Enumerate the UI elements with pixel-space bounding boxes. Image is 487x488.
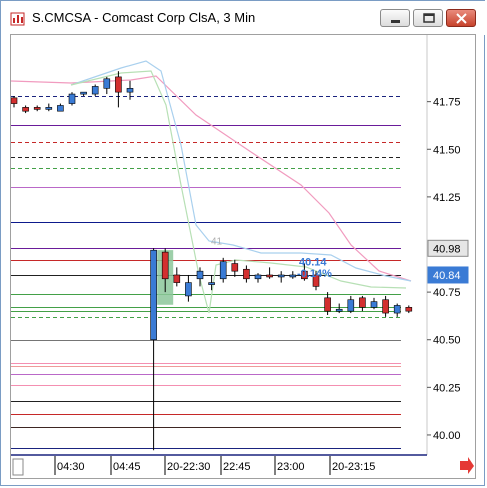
candle-body[interactable] xyxy=(161,251,169,280)
scroll-handle[interactable] xyxy=(12,458,24,476)
maximize-icon xyxy=(423,13,435,23)
candle-body[interactable] xyxy=(68,93,76,104)
candle-body[interactable] xyxy=(80,91,87,95)
candle-body[interactable] xyxy=(150,249,157,341)
candle-body[interactable] xyxy=(277,274,285,278)
candle-body[interactable] xyxy=(91,86,99,95)
title-bar[interactable]: S.CMCSA - Comcast Corp ClsA, 3 Min xyxy=(1,1,486,35)
chart-app-icon xyxy=(10,12,25,26)
current-price-label: 40.84 xyxy=(433,270,461,282)
candle-body[interactable] xyxy=(103,78,111,89)
time-axis[interactable]: 04:30 04:45 20-22:30 22:45 23:00 20-23:15 xyxy=(11,454,475,478)
candle-body[interactable] xyxy=(208,282,215,285)
candle-body[interactable] xyxy=(173,274,181,283)
time-tick-label: 04:30 xyxy=(57,461,85,473)
candle-body[interactable] xyxy=(370,301,378,308)
candle-body[interactable] xyxy=(196,270,204,280)
candle-body[interactable] xyxy=(335,308,343,312)
price-tick-label: 41.25 xyxy=(433,192,461,204)
candle-body[interactable] xyxy=(359,297,366,308)
candle-body[interactable] xyxy=(324,297,331,312)
price-chart[interactable]: 41 40.14-0.14% 41.75 41.50 41.25 40.75 40.50 4… xyxy=(10,35,475,478)
maximize-button[interactable] xyxy=(413,9,443,27)
minimize-button[interactable] xyxy=(380,9,410,27)
time-tick-label: 04:45 xyxy=(113,461,141,473)
candle-body[interactable] xyxy=(266,274,273,278)
price-tick-label: 40.75 xyxy=(433,287,461,299)
time-tick-label: 23:00 xyxy=(277,461,305,473)
price-tag-label: 40.98 xyxy=(433,243,461,255)
candle-body[interactable] xyxy=(382,299,389,314)
time-tick-label: 22:45 xyxy=(223,461,251,473)
price-tick-label: 41.50 xyxy=(433,144,461,156)
candle-body[interactable] xyxy=(45,107,53,110)
price-tick-label: 40.25 xyxy=(433,382,461,394)
candle-body[interactable] xyxy=(393,305,401,314)
candle-body[interactable] xyxy=(115,76,122,93)
close-icon xyxy=(456,13,467,24)
time-tick-label: 20-23:15 xyxy=(332,461,375,473)
chart-annotation: -0.14% xyxy=(297,268,332,280)
price-tags: 40.98 40.84 xyxy=(427,239,469,284)
candle-body[interactable] xyxy=(57,105,64,112)
candle-body[interactable] xyxy=(405,307,413,312)
candle-body[interactable] xyxy=(231,263,239,272)
candle-body[interactable] xyxy=(185,282,192,297)
chart-annotation: 41 xyxy=(211,236,223,247)
price-tick-label: 40.00 xyxy=(433,430,461,442)
close-button[interactable] xyxy=(446,9,476,27)
minimize-icon xyxy=(391,20,400,23)
window-title: S.CMCSA - Comcast Corp ClsA, 3 Min xyxy=(32,10,256,25)
price-tick-label: 40.50 xyxy=(433,335,461,347)
chart-window: S.CMCSA - Comcast Corp ClsA, 3 Min 41 40… xyxy=(0,0,486,486)
candle-body[interactable] xyxy=(219,261,227,280)
price-tick-label: 41.75 xyxy=(433,97,461,109)
candle-body[interactable] xyxy=(254,274,262,280)
candle-body[interactable] xyxy=(22,107,29,112)
time-tick-label: 20-22:30 xyxy=(167,461,210,473)
candle-body[interactable] xyxy=(10,97,18,104)
candle-body[interactable] xyxy=(33,107,41,110)
chart-frame[interactable]: 41 40.14 -0.14% 41.75 41.50 41.25 40.75 40.50 4… xyxy=(10,34,476,479)
candle-body[interactable] xyxy=(243,268,250,280)
candle-body[interactable] xyxy=(289,274,297,278)
candle-body[interactable] xyxy=(126,88,134,93)
chart-annotation: 40.14 xyxy=(299,256,327,268)
candle-body[interactable] xyxy=(347,299,355,312)
